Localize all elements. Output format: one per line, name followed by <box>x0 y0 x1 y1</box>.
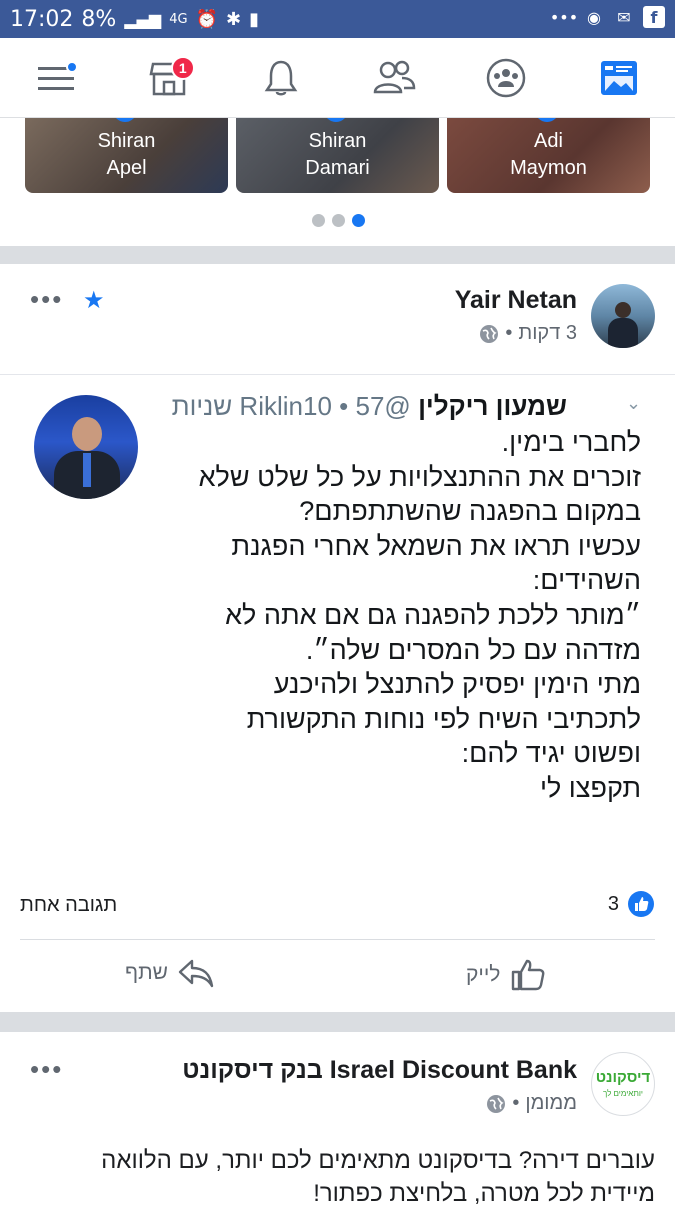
pager-dot[interactable] <box>332 214 345 227</box>
tweet-line: מתי הימין יפסיק להתנצל ולהיכנע <box>273 669 641 700</box>
story-first-name: Shiran <box>308 130 367 152</box>
friends-button[interactable] <box>364 48 424 108</box>
tweet-line: לחברי בימין. <box>501 427 641 457</box>
stories-carousel: Shiran Apel Shiran Damari Adi Maymon <box>0 118 675 246</box>
news-feed-icon <box>600 60 637 95</box>
status-time: 17:02 <box>10 7 74 32</box>
share-icon <box>178 959 214 988</box>
story-first-name: Adi <box>534 130 563 152</box>
author-avatar[interactable] <box>591 284 655 348</box>
tweet-line: ופשוט יגיד להם: <box>461 738 641 769</box>
network-type: 4G <box>169 12 188 27</box>
story-last-name: Maymon <box>510 157 587 179</box>
sponsored-text: עוברים דירה? בדיסקונט מתאימים לכם יותר, … <box>20 1144 655 1210</box>
sponsor-logo[interactable]: דיסקונט יותאימים לך <box>591 1052 655 1116</box>
story-card[interactable]: Shiran Apel <box>25 118 228 193</box>
post-author[interactable]: Yair Netan <box>455 286 577 315</box>
news-feed-button[interactable] <box>589 48 649 108</box>
tweet-line: זוכרים את ההתנצלויות על כל שלט שלא <box>198 461 641 492</box>
story-card[interactable]: Adi Maymon <box>447 118 650 193</box>
reaction-summary: תגובה אחת 3 <box>20 880 655 940</box>
tweet-line: תקפצו לי <box>539 772 641 803</box>
menu-button[interactable] <box>26 48 86 108</box>
sponsored-meta: ממומן • <box>486 1092 577 1115</box>
sponsored-line: עוברים דירה? בדיסקונט מתאימים לכם יותר, … <box>101 1147 655 1174</box>
post-actions: שתף לייק <box>0 940 675 1012</box>
like-button[interactable]: לייק <box>466 958 546 992</box>
more-options-icon[interactable]: ••• <box>30 284 63 315</box>
sponsored-line: מיידית לכל מטרה, בלחיצת כפתור! <box>313 1180 655 1207</box>
shared-tweet[interactable]: ⌄ שמעון ריקלין @Riklin10 • 57 שניות לחבר… <box>0 374 675 879</box>
signal-icon: ▂▄▆ <box>124 10 162 29</box>
alarm-icon: ⏰ <box>195 9 219 30</box>
tweet-display-name[interactable]: שמעון ריקלין <box>418 391 567 421</box>
like-label: לייק <box>466 963 501 986</box>
sponsor-name[interactable]: Israel Discount Bank בנק דיסקונט <box>182 1056 577 1085</box>
status-bar: 17:02 8% ▂▄▆ 4G ⏰ ✱ ▮ ••• ◉ ✉ f <box>0 0 675 38</box>
post-header: ••• ★ Yair Netan 3 דקות • <box>0 264 675 374</box>
tweet-dot: • <box>339 391 349 421</box>
meta-dot: • <box>505 322 513 344</box>
notifications-button[interactable] <box>251 48 311 108</box>
tweet-body: לחברי בימין. זוכרים את ההתנצלויות על כל … <box>16 425 641 806</box>
logo-subtext: יותאימים לך <box>602 1089 644 1098</box>
bell-icon <box>264 60 298 95</box>
tweet-line: השהידים: <box>532 565 641 596</box>
share-button[interactable]: שתף <box>125 958 214 988</box>
tweet-line: במקום בהפגנה שהשתתפתם? <box>299 496 641 527</box>
globe-icon <box>480 324 499 343</box>
globe-icon <box>487 1094 506 1113</box>
tweet-header: שמעון ריקלין @Riklin10 • 57 שניות <box>172 391 567 422</box>
stories-pager <box>312 214 365 227</box>
mail-icon: ✉ <box>617 7 631 27</box>
post-time[interactable]: 3 דקות <box>518 322 577 345</box>
more-icon: ••• <box>549 7 579 27</box>
thumbs-up-icon <box>512 959 545 991</box>
pager-dot-active[interactable] <box>352 214 365 227</box>
sponsored-post: ••• Israel Discount Bank בנק דיסקונט ממו… <box>0 1032 675 1207</box>
facebook-icon: f <box>643 6 665 28</box>
post-meta: 3 דקות • <box>479 322 577 345</box>
tweet-line: ״מותר ללכת להפגנה גם אם אתה לא <box>225 599 641 630</box>
tweet-line: מזדהה עם כל המסרים שלה״. <box>305 634 641 665</box>
story-ring <box>535 118 559 122</box>
battery-icon: ▮ <box>249 9 260 30</box>
marketplace-badge: 1 <box>170 55 195 80</box>
story-card[interactable]: Shiran Damari <box>236 118 439 193</box>
friends-icon <box>373 60 416 93</box>
feed-separator <box>0 1012 675 1032</box>
groups-button[interactable] <box>476 48 536 108</box>
star-icon[interactable]: ★ <box>83 286 105 315</box>
account-icon: ◉ <box>587 7 601 27</box>
sponsored-label[interactable]: ממומן <box>525 1092 577 1115</box>
pager-dot[interactable] <box>312 214 325 227</box>
story-first-name: Shiran <box>97 130 156 152</box>
story-ring <box>324 118 348 122</box>
feed-separator <box>0 246 675 264</box>
chevron-down-icon[interactable]: ⌄ <box>626 393 641 414</box>
story-last-name: Damari <box>305 157 370 179</box>
comments-count[interactable]: תגובה אחת <box>20 894 117 917</box>
tweet-handle[interactable]: @Riklin10 <box>239 391 410 421</box>
like-reaction-icon <box>628 891 654 917</box>
likes-count: 3 <box>607 892 619 915</box>
story-ring <box>113 118 137 122</box>
groups-icon <box>487 58 526 97</box>
tweet-line: לתכתיבי השיח לפי נוחות התקשורת <box>246 703 641 734</box>
share-label: שתף <box>125 961 168 984</box>
top-navigation: 1 <box>0 38 675 118</box>
meta-dot: • <box>512 1092 520 1114</box>
logo-text: דיסקונט <box>595 1069 651 1086</box>
likes-summary[interactable]: 3 <box>608 890 655 918</box>
more-options-icon[interactable]: ••• <box>30 1054 63 1085</box>
status-battery: 8% <box>81 7 117 32</box>
story-last-name: Apel <box>106 157 147 179</box>
marketplace-button[interactable]: 1 <box>139 48 199 108</box>
menu-notification-dot <box>66 60 79 73</box>
bluetooth-icon: ✱ <box>226 9 242 30</box>
tweet-line: עכשיו תראו את השמאל אחרי הפגנת <box>231 530 641 561</box>
